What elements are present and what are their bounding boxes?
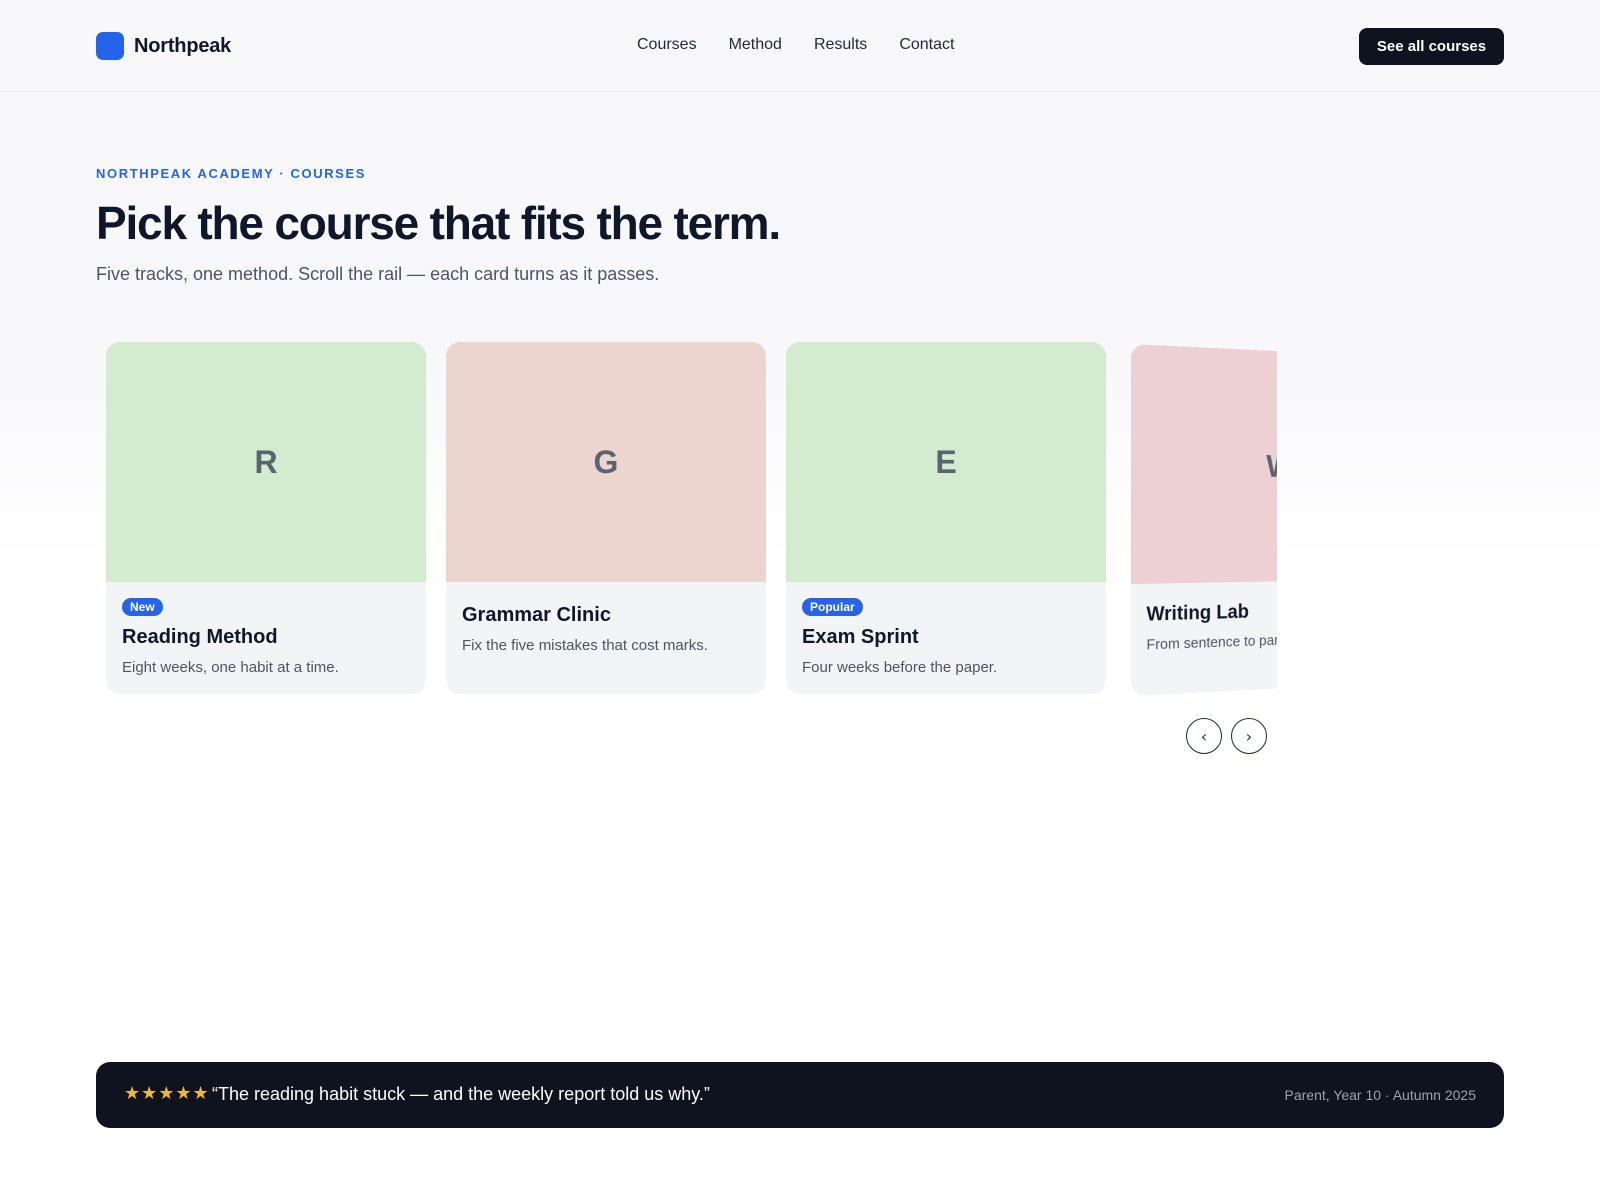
card-badge: New [122,598,163,616]
site-header: Northpeak Courses Method Results Contact… [0,0,1600,92]
nav-link-results[interactable]: Results [814,36,867,54]
testimonial-bar: ★★★★★ “The reading habit stuck — and the… [96,1062,1504,1128]
testimonial-attribution: Parent, Year 10 · Autumn 2025 [1284,1087,1476,1103]
chevron-left-icon: ‹ [1200,726,1208,746]
card-art: W [1131,344,1277,584]
card-title: Writing Lab [1146,601,1249,626]
nav-link-courses[interactable]: Courses [637,36,697,54]
rail-prev-button[interactable]: ‹ [1186,718,1222,754]
nav-link-contact[interactable]: Contact [899,36,954,54]
card-art: R [106,342,426,582]
brand-logo-icon [96,32,124,60]
course-rail[interactable]: R New Reading Method Eight weeks, one ha… [96,330,1277,700]
card-title: Reading Method [122,626,278,648]
page-subtitle: Five tracks, one method. Scroll the rail… [96,264,660,284]
card-badge: Popular [802,598,863,616]
course-card-grammar[interactable]: G Grammar Clinic Fix the five mistakes t… [446,342,766,694]
page-title: Pick the course that fits the term. [96,197,781,249]
card-art: G [446,342,766,582]
card-description: Four weeks before the paper. [802,659,998,676]
testimonial-quote: “The reading habit stuck — and the weekl… [212,1084,710,1104]
course-card-reading[interactable]: R New Reading Method Eight weeks, one ha… [106,342,426,694]
eyebrow: NORTHPEAK ACADEMY · COURSES [96,166,366,181]
brand-name: Northpeak [134,34,232,57]
nav-link-method[interactable]: Method [729,36,782,54]
card-title: Grammar Clinic [462,604,611,626]
card-description: Fix the five mistakes that cost marks. [462,637,708,654]
chevron-right-icon: › [1245,726,1253,746]
card-description: From sentence to paragraph. [1146,630,1277,654]
brand[interactable]: Northpeak [96,32,231,60]
card-description: Eight weeks, one habit at a time. [122,659,339,676]
card-art: E [786,342,1106,582]
course-card-writing[interactable]: W Writing Lab From sentence to paragraph… [1131,344,1277,696]
course-card-exam[interactable]: E Popular Exam Sprint Four weeks before … [786,342,1106,694]
main-nav: Courses Method Results Contact [637,36,954,54]
see-all-courses-button[interactable]: See all courses [1359,28,1504,65]
star-rating-icon: ★★★★★ [124,1083,210,1103]
rail-next-button[interactable]: › [1231,718,1267,754]
card-title: Exam Sprint [802,626,919,648]
